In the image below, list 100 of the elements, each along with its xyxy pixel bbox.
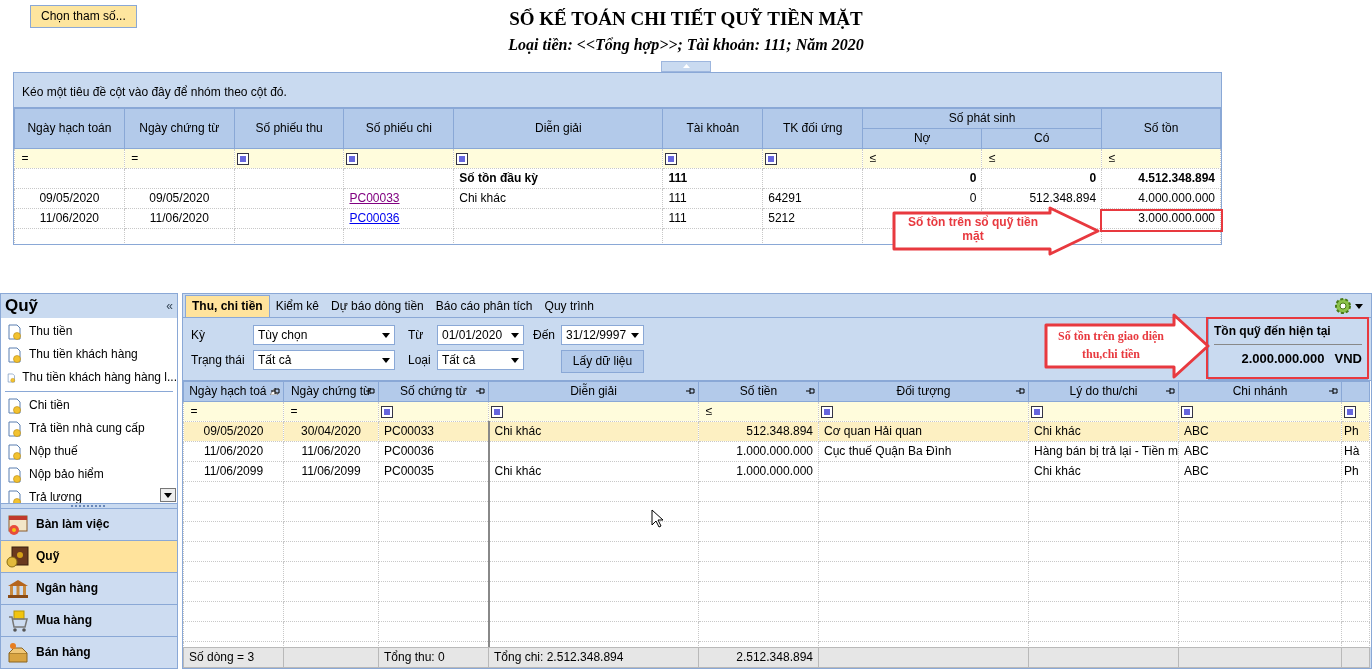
table-cell: 30/04/2020: [300, 424, 362, 438]
tab[interactable]: Báo cáo phân tích: [429, 295, 539, 317]
field-label: Từ: [407, 327, 425, 343]
period-dropdown[interactable]: Tùy chọn: [253, 325, 395, 345]
pin-icon[interactable]: [1016, 387, 1025, 395]
sidebar-item[interactable]: Trả tiền nhà cung cấp: [1, 417, 177, 440]
filter-checkbox-icon[interactable]: [346, 152, 359, 165]
column-header[interactable]: Số tồn: [1101, 108, 1221, 149]
caret-icon[interactable]: [631, 332, 639, 338]
column-header[interactable]: Số tiền: [698, 381, 819, 402]
column-header[interactable]: Diễn giải: [488, 381, 699, 402]
filter-checkbox-icon[interactable]: [236, 152, 249, 165]
table-cell: 11/06/2020: [301, 444, 361, 458]
document-icon: [7, 466, 23, 483]
status-dropdown[interactable]: Tất cả: [253, 350, 395, 370]
fetch-data-button[interactable]: Lấy dữ liệu: [561, 350, 644, 373]
table-cell: Chi khác: [1034, 464, 1081, 478]
summary-cell: Tổng thu: 0: [384, 650, 445, 664]
date-field[interactable]: 31/12/9997: [561, 325, 644, 345]
column-header[interactable]: Số phiếu thu: [234, 108, 344, 149]
sidebar-item[interactable]: Thu tiền khách hàng: [1, 343, 177, 366]
currency-label: VND: [1334, 351, 1362, 368]
filter-operator[interactable]: ≤: [1104, 150, 1121, 166]
cart-icon: [6, 608, 30, 633]
column-header[interactable]: Ngày hạch toán: [14, 108, 125, 149]
filter-operator[interactable]: =: [17, 150, 33, 166]
column-header[interactable]: Tài khoản: [663, 108, 763, 149]
caret-icon[interactable]: [382, 357, 390, 363]
filter-checkbox-icon[interactable]: [665, 152, 678, 165]
pin-icon[interactable]: [1166, 387, 1175, 395]
sidebar-item[interactable]: Chi tiền: [1, 394, 177, 417]
column-header[interactable]: Ngày hạch toá: [183, 381, 284, 402]
column-header[interactable]: Ngày chứng từ: [124, 108, 235, 149]
scroll-button[interactable]: [160, 488, 176, 503]
caret-icon[interactable]: [164, 492, 172, 498]
module-button[interactable]: Ngân hàng: [1, 572, 177, 605]
column-header[interactable]: Diễn giải: [453, 108, 663, 149]
type-dropdown[interactable]: Tất cả: [437, 350, 524, 370]
caret-icon[interactable]: [511, 332, 519, 338]
table-row[interactable]: 11/06/2020 11/06/2020 PC00036 1.000.000.000 Cục thuế Quận Ba Đình Hàng bán bị trả lại - Tiền m ABC Hà: [183, 441, 1370, 462]
module-button[interactable]: Bàn làm việc: [1, 508, 177, 541]
splitter-grip-icon[interactable]: [71, 504, 107, 508]
filter-checkbox-icon[interactable]: [821, 405, 833, 418]
document-icon: [7, 323, 23, 340]
filter-checkbox-icon[interactable]: [1031, 405, 1043, 418]
column-header[interactable]: Chi nhánh: [1178, 381, 1342, 402]
filter-checkbox-icon[interactable]: [381, 405, 393, 418]
module-button[interactable]: Mua hàng: [1, 604, 177, 637]
table-cell: 3.000.000.000: [1138, 210, 1215, 225]
filter-checkbox-icon[interactable]: [1344, 405, 1356, 418]
table-cell: 0: [969, 190, 977, 205]
parameters-button[interactable]: Chọn tham số...: [30, 5, 137, 28]
sidebar-item[interactable]: Thu tiền khách hàng hàng l...: [1, 366, 177, 389]
report-title: SỔ KẾ TOÁN CHI TIẾT QUỸ TIỀN MẶT: [508, 7, 864, 31]
column-header[interactable]: TK đối ứng: [762, 108, 863, 149]
filter-checkbox-icon[interactable]: [491, 405, 503, 418]
table-cell: ABC: [1184, 464, 1209, 478]
tab[interactable]: Thu, chi tiền: [185, 295, 270, 317]
filter-checkbox-icon[interactable]: [765, 152, 778, 165]
table-cell: 11/06/2020: [203, 444, 264, 458]
filter-operator[interactable]: =: [186, 404, 202, 419]
pin-icon[interactable]: [806, 387, 815, 395]
settings-icon[interactable]: [1334, 297, 1352, 315]
caret-icon[interactable]: [1355, 303, 1363, 309]
date-field[interactable]: 01/01/2020: [437, 325, 524, 345]
pin-icon[interactable]: [686, 387, 695, 395]
tab[interactable]: Kiểm kê: [269, 295, 326, 317]
filter-operator[interactable]: =: [286, 404, 302, 419]
column-header[interactable]: Ngày chứng từ: [283, 381, 379, 402]
pin-icon[interactable]: [1329, 387, 1338, 395]
caret-icon[interactable]: [511, 357, 519, 363]
table-row[interactable]: 09/05/2020 30/04/2020 PC00033 Chi khác 512.348.894 Cơ quan Hải quan Chi khác ABC Ph: [183, 421, 1370, 442]
table-cell: 512.348.894: [746, 424, 813, 438]
module-button[interactable]: Bán hàng: [1, 636, 177, 668]
column-header[interactable]: Số phiếu chi: [344, 108, 454, 149]
table-cell: Chi khác: [459, 190, 506, 205]
filter-operator[interactable]: =: [126, 150, 143, 166]
settings-button[interactable]: [1334, 297, 1363, 315]
table-cell: 11/06/2020: [39, 210, 99, 225]
tab[interactable]: Quy trình: [538, 295, 600, 317]
filter-operator[interactable]: ≤: [701, 404, 717, 419]
filter-checkbox-icon[interactable]: [1181, 405, 1193, 418]
collapse-button[interactable]: «: [166, 298, 173, 314]
sidebar-item[interactable]: Nộp bảo hiểm: [1, 463, 177, 486]
table-cell: 64291: [768, 190, 802, 205]
filter-operator[interactable]: ≤: [865, 150, 881, 166]
sidebar-item[interactable]: Thu tiền: [1, 320, 177, 343]
filter-operator[interactable]: ≤: [984, 150, 1001, 166]
pin-icon[interactable]: [476, 387, 485, 395]
tab[interactable]: Dự báo dòng tiền: [325, 295, 430, 317]
caret-icon[interactable]: [382, 332, 390, 338]
module-button[interactable]: Quỹ: [1, 540, 177, 573]
sidebar-item[interactable]: Nộp thuế: [1, 440, 177, 463]
column-header[interactable]: Số chứng từ: [378, 381, 489, 402]
table-row[interactable]: 11/06/2099 11/06/2099 PC00035 Chi khác 1.000.000.000 Chi khác ABC Ph: [183, 461, 1370, 482]
column-header[interactable]: Đối tượng: [818, 381, 1029, 402]
table-cell: 09/05/2020: [39, 190, 100, 205]
column-header[interactable]: Lý do thu/chi: [1028, 381, 1179, 402]
table-cell: Chi khác: [494, 424, 542, 438]
filter-checkbox-icon[interactable]: [456, 152, 469, 165]
